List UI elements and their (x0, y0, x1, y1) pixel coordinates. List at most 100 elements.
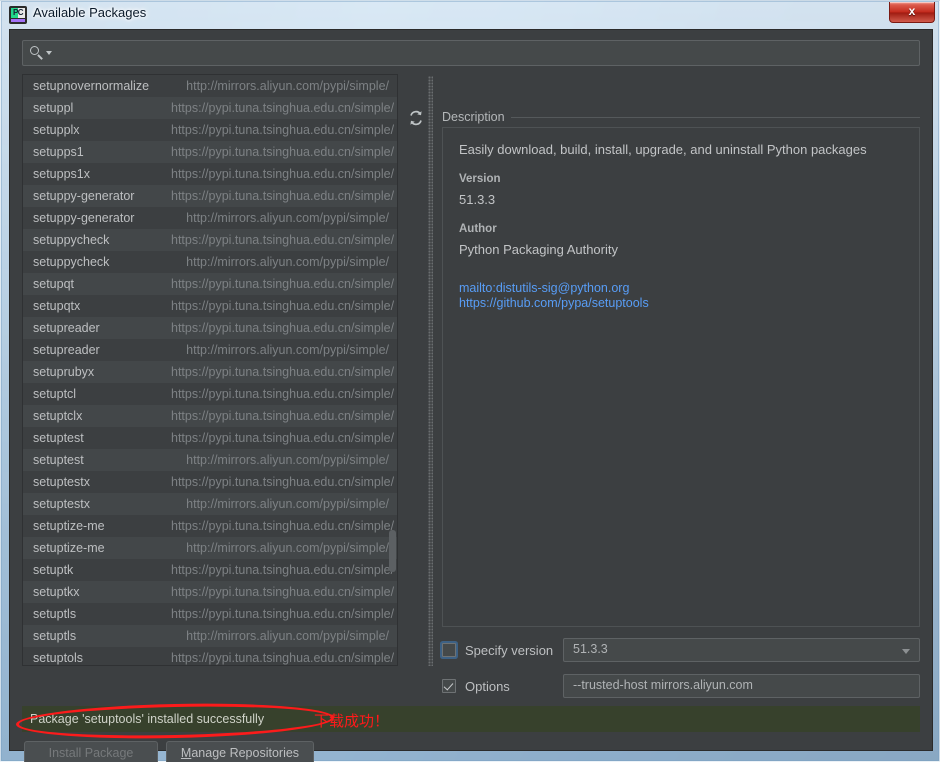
package-repository-url: http://mirrors.aliyun.com/pypi/simple/ (186, 255, 389, 269)
table-row[interactable]: setupps1x https://pypi.tuna.tsinghua.edu.… (23, 163, 397, 185)
table-row[interactable]: setuptclx https://pypi.tuna.tsinghua.edu.… (23, 405, 397, 427)
table-row[interactable]: setuptcl https://pypi.tuna.tsinghua.edu.c… (23, 383, 397, 405)
table-row[interactable]: setuppy-generator http://mirrors.aliyun.c… (23, 207, 397, 229)
package-repository-url: https://pypi.tuna.tsinghua.edu.cn/simple… (171, 145, 395, 159)
status-bar: Package 'setuptools' installed successfu… (22, 706, 920, 732)
table-row[interactable]: setuppycheck https://pypi.tuna.tsinghua.e… (23, 229, 397, 251)
package-repository-url: https://pypi.tuna.tsinghua.edu.cn/simple… (171, 101, 395, 115)
package-repository-url: https://pypi.tuna.tsinghua.edu.cn/simple… (171, 167, 395, 181)
version-select[interactable]: 51.3.3 (563, 638, 920, 662)
package-repository-url: https://pypi.tuna.tsinghua.edu.cn/simple… (171, 519, 395, 533)
package-name: setuprubyx (33, 365, 95, 379)
manage-repositories-button[interactable]: Manage Repositories (166, 741, 314, 762)
table-row[interactable]: setuppycheck http://mirrors.aliyun.com/py… (23, 251, 397, 273)
scrollbar-thumb[interactable] (389, 530, 396, 572)
table-row[interactable]: setuptestx https://pypi.tuna.tsinghua.edu… (23, 471, 397, 493)
package-repository-url: http://mirrors.aliyun.com/pypi/simple/ (186, 541, 389, 555)
package-repository-url: https://pypi.tuna.tsinghua.edu.cn/simple… (171, 475, 395, 489)
table-row[interactable]: setupqtx https://pypi.tuna.tsinghua.edu.c… (23, 295, 397, 317)
package-list[interactable]: setupnovernormalize http://mirrors.aliyun… (22, 74, 398, 666)
version-select-value: 51.3.3 (573, 642, 608, 656)
annotation-label: 下载成功！ (314, 712, 390, 730)
install-package-button[interactable]: Install Package (24, 741, 158, 762)
table-row[interactable]: setuptls http://mirrors.aliyun.com/pypi/s… (23, 625, 397, 647)
dialog-client-area: setupnovernormalize http://mirrors.aliyun… (9, 29, 933, 762)
package-repository-url: https://pypi.tuna.tsinghua.edu.cn/simple… (171, 585, 395, 599)
package-list-scrollbar[interactable] (388, 75, 397, 665)
package-repository-url: https://pypi.tuna.tsinghua.edu.cn/simple… (171, 607, 395, 621)
table-row[interactable]: setuptk https://pypi.tuna.tsinghua.edu.cn… (23, 559, 397, 581)
package-name: setuppycheck (33, 233, 110, 247)
title-bar: PC Available Packages x (1, 1, 940, 29)
table-row[interactable]: setupnovernormalize http://mirrors.aliyun… (23, 75, 397, 97)
package-repository-url: https://pypi.tuna.tsinghua.edu.cn/simple… (171, 321, 395, 335)
table-row[interactable]: setupreader http://mirrors.aliyun.com/pyp… (23, 339, 397, 361)
package-repository-url: https://pypi.tuna.tsinghua.edu.cn/simple… (171, 431, 395, 445)
table-row[interactable]: setuptls https://pypi.tuna.tsinghua.edu.c… (23, 603, 397, 625)
author-value: Python Packaging Authority (459, 242, 618, 257)
package-name: setupps1 (33, 145, 84, 159)
package-repository-url: https://pypi.tuna.tsinghua.edu.cn/simple… (171, 563, 395, 577)
table-row[interactable]: setuppy-generator https://pypi.tuna.tsing… (23, 185, 397, 207)
package-name: setupps1x (33, 167, 90, 181)
package-repository-url: https://pypi.tuna.tsinghua.edu.cn/simple… (171, 277, 395, 291)
search-input[interactable] (22, 40, 920, 66)
specify-version-checkbox[interactable] (442, 643, 456, 657)
options-checkbox[interactable] (442, 679, 456, 693)
chevron-down-icon[interactable] (46, 51, 52, 55)
package-name: setupplx (33, 123, 80, 137)
table-row[interactable]: setupreader https://pypi.tuna.tsinghua.ed… (23, 317, 397, 339)
options-input[interactable]: --trusted-host mirrors.aliyun.com (563, 674, 920, 698)
table-row[interactable]: setuprubyx https://pypi.tuna.tsinghua.edu… (23, 361, 397, 383)
options-input-value: --trusted-host mirrors.aliyun.com (573, 678, 753, 692)
package-repository-url: https://pypi.tuna.tsinghua.edu.cn/simple… (171, 299, 395, 313)
package-repository-url: http://mirrors.aliyun.com/pypi/simple/ (186, 453, 389, 467)
table-row[interactable]: setuppl https://pypi.tuna.tsinghua.edu.cn… (23, 97, 397, 119)
table-row[interactable]: setupqt https://pypi.tuna.tsinghua.edu.cn… (23, 273, 397, 295)
version-label: Version (459, 173, 501, 185)
table-row[interactable]: setupps1 https://pypi.tuna.tsinghua.edu.c… (23, 141, 397, 163)
package-name: setuptize-me (33, 541, 105, 555)
table-row[interactable]: setuptest http://mirrors.aliyun.com/pypi/… (23, 449, 397, 471)
package-repository-url: https://pypi.tuna.tsinghua.edu.cn/simple… (171, 387, 395, 401)
search-icon[interactable] (29, 45, 45, 61)
pycharm-icon: PC (9, 6, 27, 24)
package-name: setupnovernormalize (33, 79, 150, 93)
chevron-down-icon[interactable] (902, 649, 910, 654)
package-repository-url: http://mirrors.aliyun.com/pypi/simple/ (186, 343, 389, 357)
available-packages-window: PC Available Packages x setupnovernormal… (0, 0, 940, 762)
homepage-link[interactable]: https://github.com/pypa/setuptools (459, 296, 903, 311)
package-name: setuppy-generator (33, 211, 135, 225)
package-repository-url: https://pypi.tuna.tsinghua.edu.cn/simple… (171, 123, 395, 137)
table-row[interactable]: setuptest https://pypi.tuna.tsinghua.edu.… (23, 427, 397, 449)
package-repository-url: http://mirrors.aliyun.com/pypi/simple/ (186, 79, 389, 93)
package-repository-url: http://mirrors.aliyun.com/pypi/simple/ (186, 629, 389, 643)
table-row[interactable]: setuptestx http://mirrors.aliyun.com/pypi… (23, 493, 397, 515)
package-name: setuptestx (33, 475, 90, 489)
panel-splitter[interactable] (428, 76, 433, 666)
package-name: setuptestx (33, 497, 90, 511)
status-message: Package 'setuptools' installed successfu… (30, 712, 265, 726)
close-button[interactable]: x (889, 2, 935, 23)
package-repository-url: https://pypi.tuna.tsinghua.edu.cn/simple… (171, 365, 395, 379)
package-repository-url: http://mirrors.aliyun.com/pypi/simple/ (186, 211, 389, 225)
package-repository-url: https://pypi.tuna.tsinghua.edu.cn/simple… (171, 189, 395, 203)
table-row[interactable]: setuptize-me https://pypi.tuna.tsinghua.e… (23, 515, 397, 537)
description-legend: Description (442, 110, 511, 124)
mailto-link[interactable]: mailto:distutils-sig@python.org (459, 281, 903, 296)
package-name: setuptls (33, 607, 77, 621)
package-name: setupqt (33, 277, 75, 291)
description-links: mailto:distutils-sig@python.org https://… (459, 281, 903, 311)
refresh-icon[interactable] (406, 108, 426, 128)
table-row[interactable]: setuptols https://pypi.tuna.tsinghua.edu.… (23, 647, 397, 665)
table-row[interactable]: setuptkx https://pypi.tuna.tsinghua.edu.c… (23, 581, 397, 603)
author-label: Author (459, 223, 497, 235)
table-row[interactable]: setuptize-me http://mirrors.aliyun.com/py… (23, 537, 397, 559)
table-row[interactable]: setupplx https://pypi.tuna.tsinghua.edu.c… (23, 119, 397, 141)
window-title: Available Packages (33, 5, 147, 20)
package-name: setupqtx (33, 299, 81, 313)
package-name: setuptize-me (33, 519, 105, 533)
package-name: setuptk (33, 563, 74, 577)
package-repository-url: http://mirrors.aliyun.com/pypi/simple/ (186, 497, 389, 511)
package-name: setuptkx (33, 585, 80, 599)
